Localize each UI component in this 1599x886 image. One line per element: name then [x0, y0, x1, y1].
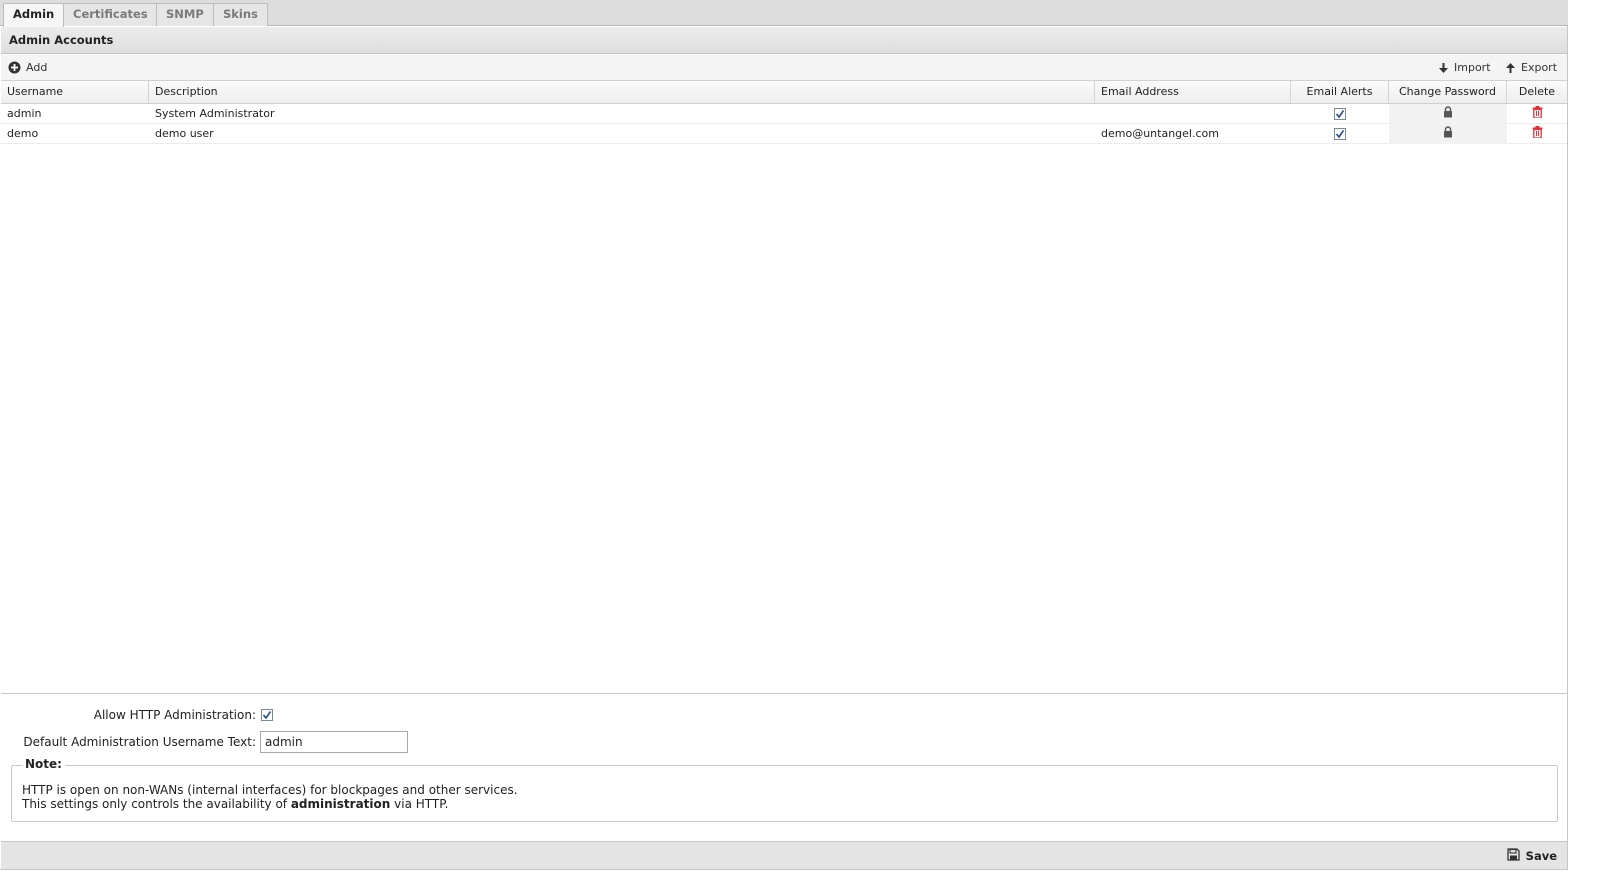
- change-password-cell: [1389, 104, 1507, 124]
- panel-title: Admin Accounts: [1, 27, 1567, 54]
- table-row[interactable]: admin System Administrator: [1, 104, 1567, 124]
- column-header-change-password[interactable]: Change Password: [1389, 81, 1507, 103]
- default-username-label: Default Administration Username Text:: [23, 735, 256, 749]
- tab-certificates[interactable]: Certificates: [63, 3, 158, 26]
- note-line-1: HTTP is open on non-WANs (internal inter…: [22, 783, 518, 797]
- admin-config-frame: Admin Certificates SNMP Skins Admin Acco…: [0, 0, 1568, 870]
- description-cell: System Administrator: [155, 107, 275, 120]
- plus-circle-icon: [8, 61, 21, 74]
- note-line-2-prefix: This settings only controls the availabi…: [22, 797, 291, 811]
- table-row[interactable]: demo demo user demo@untangel.com: [1, 124, 1567, 144]
- note-text: HTTP is open on non-WANs (internal inter…: [22, 783, 518, 811]
- save-button[interactable]: Save: [1507, 847, 1557, 865]
- footer-bar: Save: [1, 841, 1567, 869]
- export-button[interactable]: Export: [1505, 55, 1557, 80]
- save-button-label: Save: [1525, 849, 1557, 863]
- grid-toolbar: Add Import Export: [1, 55, 1567, 81]
- trash-icon[interactable]: [1532, 125, 1543, 144]
- trash-icon[interactable]: [1532, 105, 1543, 124]
- email-cell: demo@untangel.com: [1101, 127, 1219, 140]
- floppy-disk-icon: [1507, 848, 1520, 864]
- import-button[interactable]: Import: [1438, 55, 1491, 80]
- description-cell: demo user: [155, 127, 214, 140]
- note-legend: Note:: [22, 757, 65, 771]
- default-username-row: Default Administration Username Text:: [0, 731, 408, 753]
- change-password-cell: [1389, 124, 1507, 144]
- export-button-label: Export: [1521, 60, 1558, 74]
- import-button-label: Import: [1454, 60, 1491, 74]
- allow-http-row: Allow HTTP Administration:: [0, 706, 273, 724]
- add-button[interactable]: Add: [8, 55, 47, 80]
- note-line-2: This settings only controls the availabi…: [22, 797, 518, 811]
- lock-icon[interactable]: [1443, 125, 1453, 144]
- delete-cell: [1507, 104, 1567, 124]
- grid-header: Username Description Email Address Email…: [1, 81, 1567, 104]
- checkmark-icon: [1335, 110, 1345, 119]
- checkmark-icon: [1335, 130, 1345, 139]
- checkmark-icon: [262, 711, 272, 720]
- email-alerts-cell: [1291, 104, 1389, 124]
- allow-http-checkbox[interactable]: [261, 709, 273, 721]
- lock-icon[interactable]: [1443, 105, 1453, 124]
- delete-cell: [1507, 124, 1567, 144]
- note-line-2-bold: administration: [290, 797, 391, 811]
- username-cell: admin: [7, 107, 42, 120]
- note-fieldset: Note: HTTP is open on non-WANs (internal…: [11, 757, 1558, 822]
- column-header-description[interactable]: Description: [149, 81, 1095, 103]
- tab-snmp[interactable]: SNMP: [156, 3, 214, 26]
- username-cell: demo: [7, 127, 39, 140]
- add-button-label: Add: [26, 60, 48, 74]
- column-header-delete[interactable]: Delete: [1507, 81, 1567, 103]
- email-alerts-cell: [1291, 124, 1389, 144]
- default-username-input[interactable]: [260, 731, 408, 753]
- email-cell: [1095, 104, 1291, 124]
- column-header-username[interactable]: Username: [1, 81, 149, 103]
- allow-http-label: Allow HTTP Administration:: [93, 708, 256, 722]
- note-line-2-suffix: via HTTP.: [390, 797, 449, 811]
- arrow-down-icon: [1438, 62, 1449, 74]
- column-header-email-alerts[interactable]: Email Alerts: [1291, 81, 1389, 103]
- tab-skins[interactable]: Skins: [213, 3, 268, 26]
- email-alerts-checkbox[interactable]: [1334, 128, 1346, 140]
- arrow-up-icon: [1505, 62, 1516, 74]
- tab-admin[interactable]: Admin: [3, 3, 65, 27]
- email-alerts-checkbox[interactable]: [1334, 108, 1346, 120]
- column-header-email-address[interactable]: Email Address: [1095, 81, 1291, 103]
- admin-accounts-grid: Username Description Email Address Email…: [1, 81, 1567, 694]
- tab-bar: Admin Certificates SNMP Skins: [0, 0, 1568, 27]
